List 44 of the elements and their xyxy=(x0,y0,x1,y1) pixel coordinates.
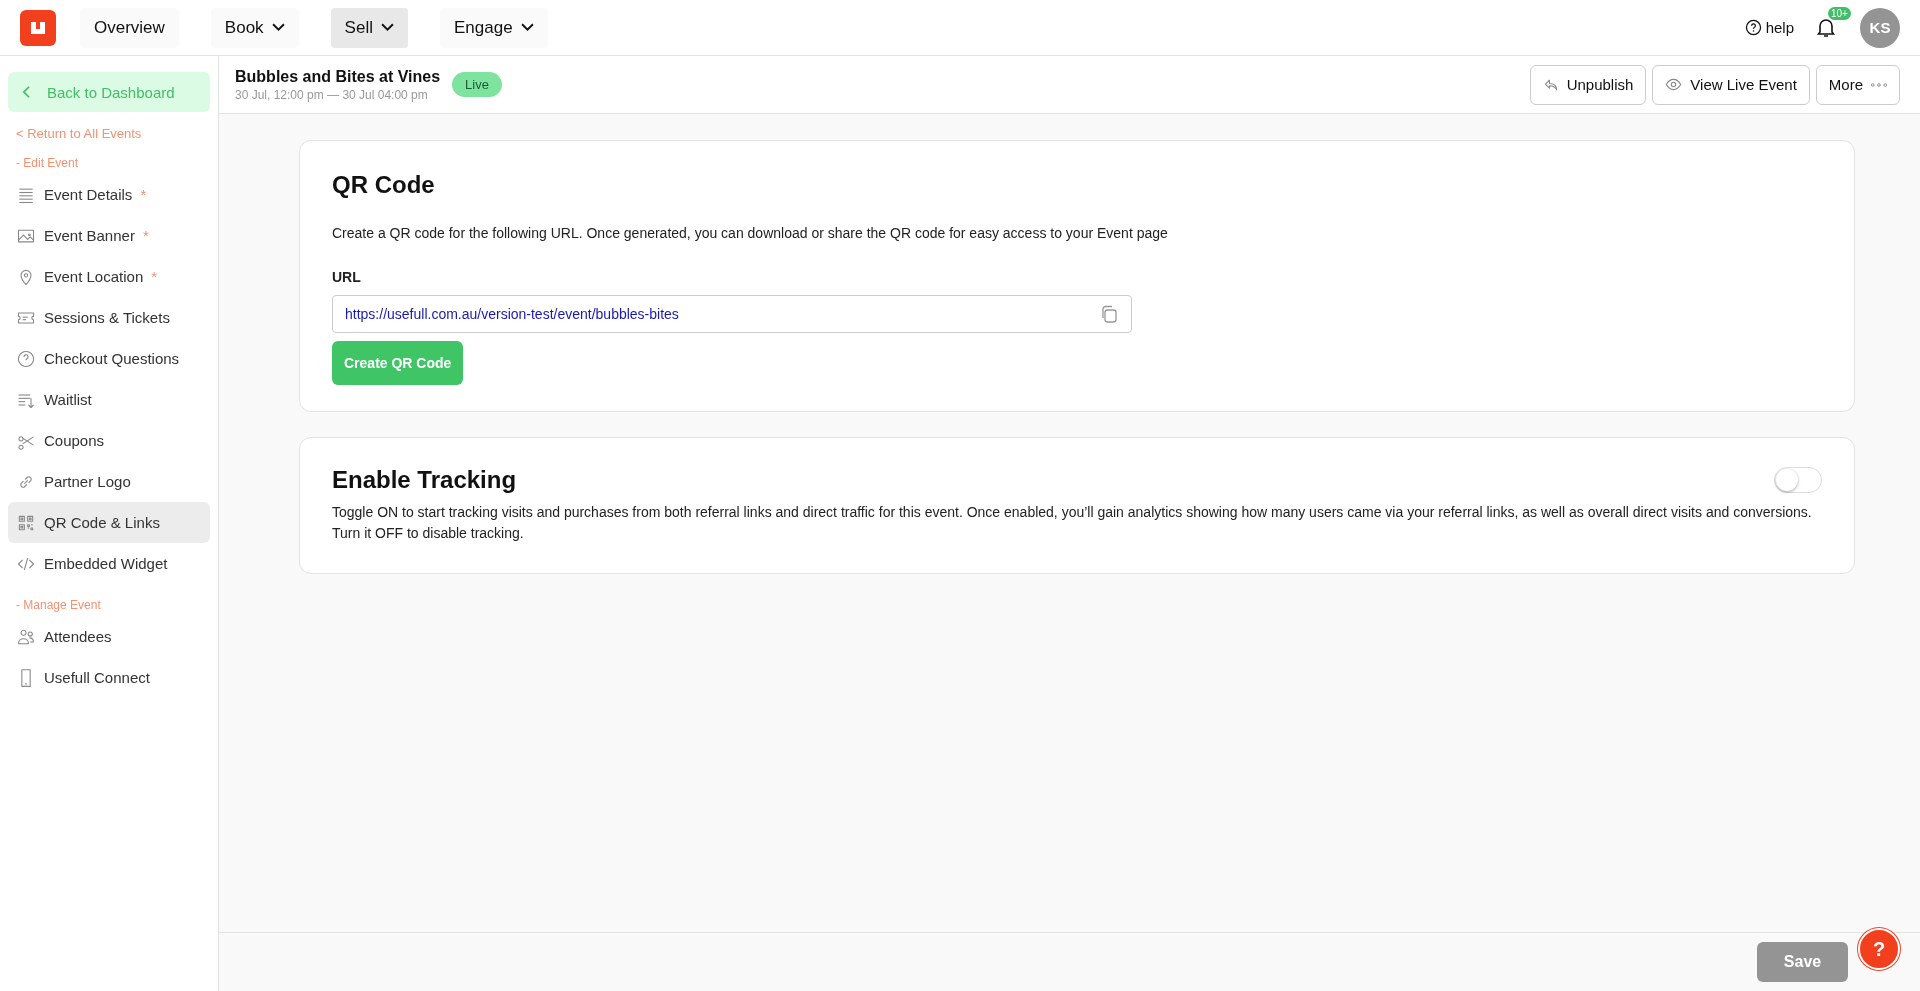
eye-icon xyxy=(1665,76,1683,93)
sidebar-item[interactable]: Usefull Connect xyxy=(8,657,210,698)
action-button[interactable]: Unpublish xyxy=(1529,64,1647,105)
field-label: URL xyxy=(332,269,362,286)
help-link[interactable]: help xyxy=(1744,19,1794,36)
nav-tab[interactable]: Sell xyxy=(330,7,408,48)
section-heading: - Edit Event xyxy=(16,156,80,170)
action-button[interactable]: View Live Event xyxy=(1652,64,1810,105)
card-description: Toggle ON to start tracking visits and purchases from both referral links and direct traffic for this event. Once enabled, you’ll gain analytics showing how many users came via your referral links, as well as overall direct visits and conversions. Turn it OFF to disable tracking. xyxy=(332,503,1813,543)
sidebar-item[interactable]: Event Location * xyxy=(8,256,210,297)
sidebar-item[interactable]: Attendees xyxy=(8,616,210,657)
nav-tab[interactable]: Engage xyxy=(439,7,548,48)
required-mark: * xyxy=(151,268,158,285)
card-description: Create a QR code for the following URL. Once generated, you can download or share the QR code for easy access to your Event page xyxy=(332,224,1169,243)
copy-icon[interactable] xyxy=(1099,304,1119,325)
status-badge: Live xyxy=(452,72,502,97)
tracking-toggle[interactable] xyxy=(1774,467,1822,494)
sidebar-item[interactable]: QR Code & Links xyxy=(8,502,210,543)
url-field[interactable]: https://usefull.com.au/version-test/event/bubbles-bites xyxy=(332,295,1132,334)
sidebar-item[interactable]: Event Banner * xyxy=(8,215,210,256)
sidebar-item[interactable]: Embedded Widget xyxy=(8,543,210,584)
sidebar-item[interactable]: Event Details * xyxy=(8,174,210,215)
sidebar-item[interactable]: Coupons xyxy=(8,420,210,461)
chevron-left-icon xyxy=(22,85,31,99)
nav-tab[interactable]: Overview xyxy=(80,7,179,48)
help-icon xyxy=(1744,19,1762,36)
question-circle-icon xyxy=(16,348,36,369)
notification-badge: 10+ xyxy=(1828,6,1851,20)
sidebar-item[interactable]: Sessions & Tickets xyxy=(8,297,210,338)
logo-icon[interactable] xyxy=(20,9,56,46)
sidebar-item[interactable]: Checkout Questions xyxy=(8,338,210,379)
required-mark: * xyxy=(142,227,149,244)
card-title: QR Code xyxy=(332,171,436,199)
event-dates: 30 Jul, 12:00 pm — 30 Jul 04:00 pm xyxy=(235,87,429,102)
sidebar-item[interactable]: Partner Logo xyxy=(8,461,210,502)
help-button[interactable]: ? xyxy=(1858,928,1900,970)
section-heading: - Manage Event xyxy=(16,598,102,612)
action-button[interactable]: More xyxy=(1815,64,1900,105)
more-icon xyxy=(1871,82,1887,87)
sidebar-item[interactable]: Waitlist xyxy=(8,379,210,420)
nav-tab[interactable]: Book xyxy=(210,7,299,48)
event-title: Bubbles and Bites at Vines xyxy=(235,67,441,86)
required-mark: * xyxy=(140,186,147,203)
card-title: Enable Tracking xyxy=(332,466,517,495)
